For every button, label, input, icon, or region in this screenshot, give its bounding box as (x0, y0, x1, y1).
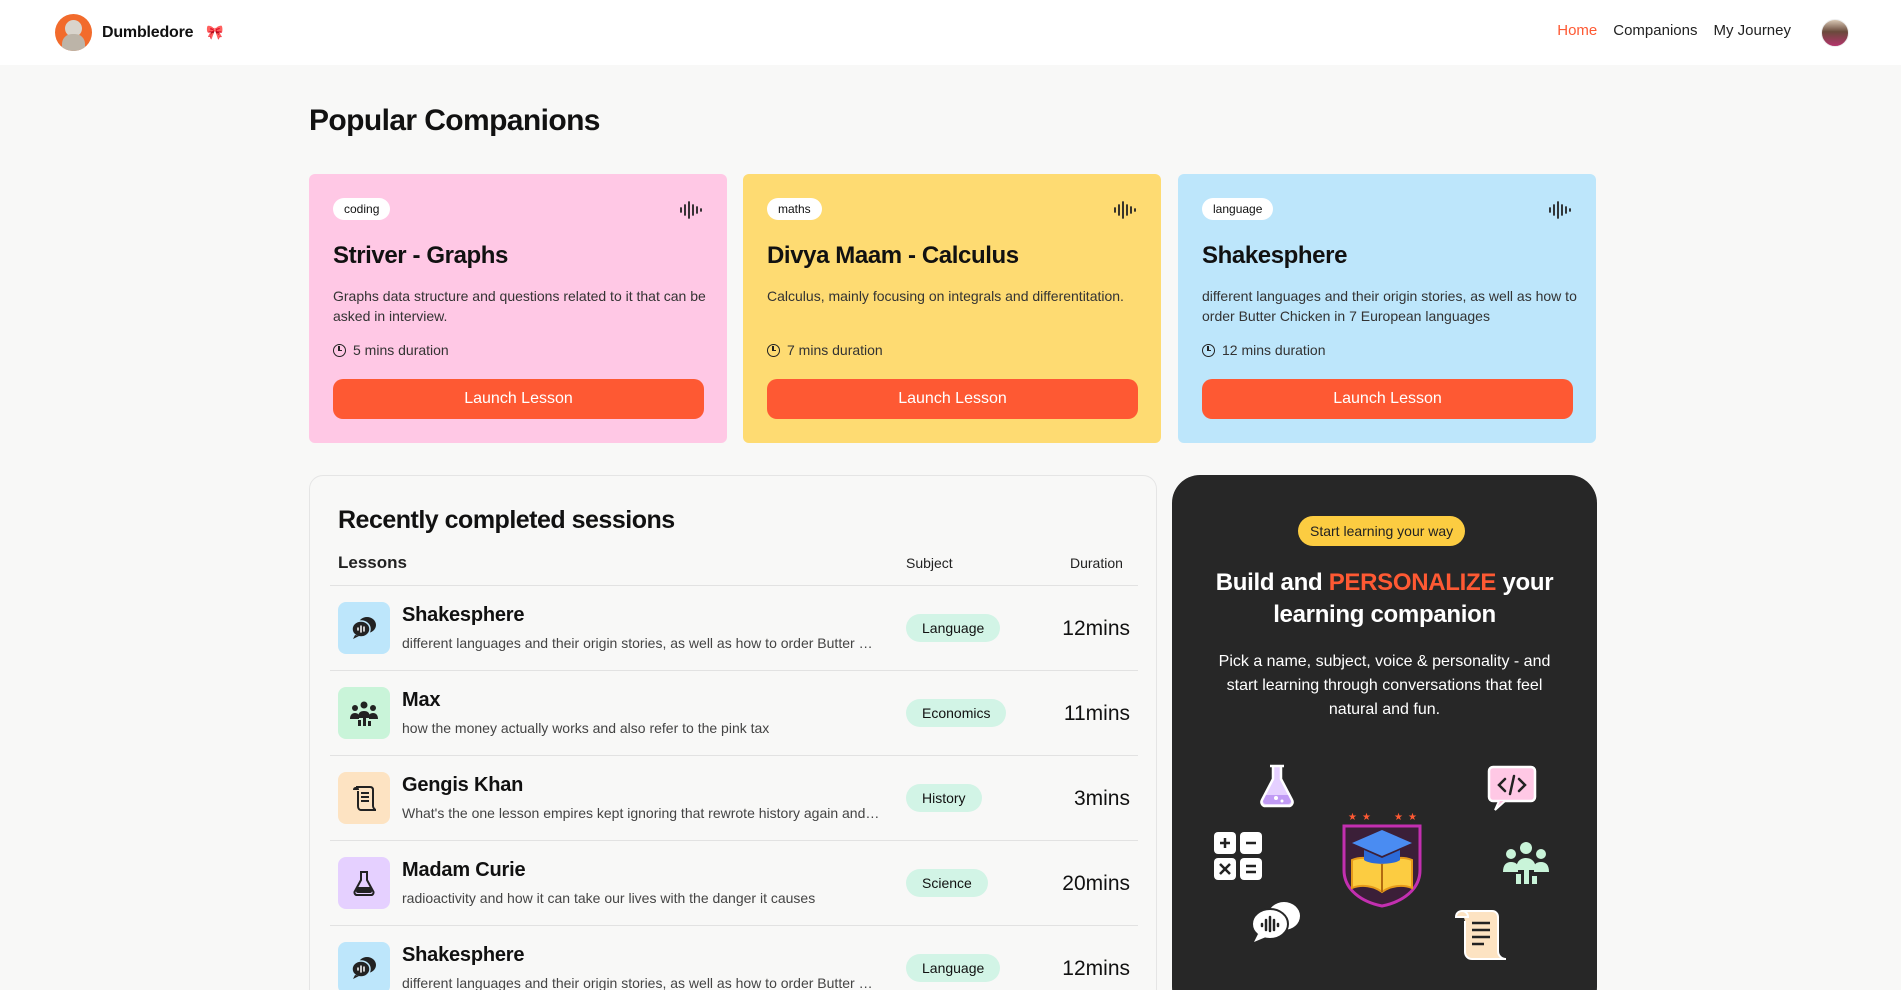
dumbledore-avatar (55, 14, 92, 51)
session-name: Shakesphere (402, 604, 525, 626)
cta-heading-highlight: PERSONALIZE (1328, 569, 1497, 596)
session-name: Shakesphere (402, 944, 525, 966)
svg-text:★: ★ (1394, 812, 1403, 823)
duration-text: 5 mins duration (353, 342, 449, 358)
bow-icon: 🎀 (206, 24, 224, 40)
clock-icon (767, 343, 780, 357)
graduation-badge-icon: ★ ★ ★ ★ (1342, 812, 1422, 908)
companion-title: Divya Maam - Calculus (767, 242, 1019, 269)
people-chart-icon (338, 687, 390, 739)
launch-lesson-button[interactable]: Launch Lesson (333, 379, 704, 419)
recent-sessions-panel: Recently completed sessions Lessons Subj… (309, 475, 1157, 990)
session-row[interactable]: Max how the money actually works and also… (330, 671, 1138, 756)
subject-tag: language (1202, 198, 1274, 220)
speech-bubbles-icon (338, 942, 390, 990)
code-icon (1487, 765, 1537, 811)
audio-wave-icon[interactable] (1113, 200, 1137, 220)
session-description: radioactivity and how it can take our li… (402, 890, 816, 906)
companion-description: Graphs data structure and questions rela… (333, 288, 706, 324)
duration-text: 12 mins duration (1222, 342, 1326, 358)
duration-info: 12 mins duration (1202, 342, 1326, 358)
companion-card: maths Divya Maam - Calculus Calculus, main… (743, 174, 1161, 443)
companion-title: Shakesphere (1202, 242, 1348, 269)
scroll-icon (338, 772, 390, 824)
svg-text:★: ★ (1348, 812, 1357, 823)
subject-tag: maths (767, 198, 822, 220)
speech-bubbles-icon (338, 602, 390, 654)
session-row[interactable]: Madam Curie radioactivity and how it can … (330, 841, 1138, 926)
duration-text: 7 mins duration (787, 342, 883, 358)
session-duration: 20mins (1062, 872, 1130, 895)
session-description: how the money actually works and also re… (402, 720, 770, 736)
cta-pill: Start learning your way (1298, 516, 1466, 546)
header-subject: Subject (906, 555, 953, 571)
launch-lesson-button[interactable]: Launch Lesson (767, 379, 1138, 419)
companion-card: language Shakesphere different languages a… (1178, 174, 1596, 443)
svg-text:★: ★ (1362, 812, 1371, 823)
audio-wave-icon[interactable] (1548, 200, 1572, 220)
subject-badge: History (906, 784, 982, 812)
people-chart-icon (1503, 842, 1549, 884)
subject-badge: Science (906, 869, 988, 897)
nav-home[interactable]: Home (1557, 22, 1597, 39)
navbar: Dumbledore 🎀 Home Companions My Journey (0, 0, 1901, 65)
session-description: What's the one lesson empires kept ignor… (402, 805, 882, 821)
chat-bubbles-icon (1251, 902, 1300, 942)
page-title: Popular Companions (309, 104, 600, 137)
cta-subtext: Pick a name, subject, voice & personalit… (1218, 653, 1551, 718)
session-description: different languages and their origin sto… (402, 635, 882, 651)
scroll-icon (1454, 909, 1506, 960)
logo[interactable]: Dumbledore 🎀 (55, 14, 224, 51)
session-name: Madam Curie (402, 859, 526, 881)
cta-panel: Start learning your way Build and PERSON… (1172, 475, 1597, 990)
nav-my-journey[interactable]: My Journey (1713, 22, 1791, 39)
clock-icon (333, 343, 346, 357)
user-avatar[interactable] (1821, 19, 1849, 47)
session-duration: 11mins (1063, 702, 1130, 725)
session-row[interactable]: Shakesphere different languages and their… (330, 926, 1138, 990)
duration-info: 7 mins duration (767, 342, 883, 358)
nav-companions[interactable]: Companions (1613, 22, 1697, 39)
flask-icon (338, 857, 390, 909)
session-duration: 12mins (1062, 617, 1130, 640)
companion-card: coding Striver - Graphs Graphs data struct… (309, 174, 727, 443)
app-name: Dumbledore (102, 23, 194, 41)
session-duration: 3mins (1073, 787, 1130, 810)
session-row[interactable]: Shakesphere different languages and their… (330, 586, 1138, 671)
audio-wave-icon[interactable] (679, 200, 703, 220)
subject-badge: Language (906, 954, 1001, 982)
subject-badge: Economics (906, 699, 1007, 727)
header-lessons: Lessons (338, 553, 407, 572)
calculator-icon (1214, 832, 1262, 880)
duration-info: 5 mins duration (333, 342, 449, 358)
sessions-title: Recently completed sessions (338, 506, 675, 534)
svg-text:★: ★ (1408, 812, 1417, 823)
cta-heading: Build and PERSONALIZE your learning comp… (1192, 567, 1577, 631)
companion-title: Striver - Graphs (333, 242, 508, 269)
subject-badge: Language (906, 614, 1001, 642)
companion-description: Calculus, mainly focusing on integrals a… (767, 288, 1124, 304)
nav-links: Home Companions My Journey (1557, 22, 1791, 39)
companion-description: different languages and their origin sto… (1202, 288, 1577, 324)
launch-lesson-button[interactable]: Launch Lesson (1202, 379, 1573, 419)
cta-heading-pre: Build and (1215, 569, 1329, 596)
flask-icon (1260, 764, 1294, 808)
session-description: different languages and their origin sto… (402, 975, 882, 990)
header-duration: Duration (1070, 555, 1123, 571)
clock-icon (1202, 343, 1215, 357)
session-name: Gengis Khan (402, 774, 524, 796)
subject-tag: coding (333, 198, 391, 220)
session-duration: 12mins (1062, 957, 1130, 980)
session-row[interactable]: Gengis Khan What's the one lesson empires… (330, 756, 1138, 841)
session-name: Max (402, 689, 441, 711)
